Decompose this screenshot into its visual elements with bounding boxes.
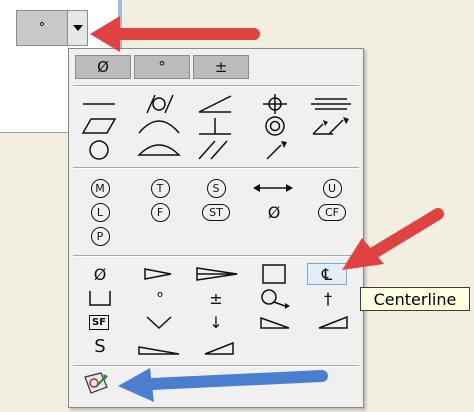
taper-symbol[interactable] <box>139 263 179 285</box>
concentricity-icon <box>265 116 285 136</box>
conical-taper-symbol[interactable] <box>193 263 241 285</box>
circular-runout-icon <box>266 141 287 160</box>
square-icon <box>262 264 286 284</box>
chevron-down-icon <box>72 25 83 31</box>
position-symbol[interactable] <box>255 93 295 115</box>
wedge-symbol[interactable] <box>199 335 239 357</box>
symbol-palette: Ø ° ± M T S U L F ST Ø CF P Ø ℄ ° ± † SF… <box>68 48 364 408</box>
perpendicularity-symbol[interactable] <box>195 115 235 137</box>
concentricity-symbol[interactable] <box>255 115 295 137</box>
dagger-symbol[interactable]: † <box>315 287 341 309</box>
separator <box>73 167 359 169</box>
profile-of-surface-symbol[interactable] <box>135 139 183 161</box>
countersink-icon <box>146 316 172 330</box>
parallelism-symbol[interactable] <box>195 139 235 161</box>
cylindricity-icon <box>146 94 174 114</box>
circularity-symbol[interactable] <box>79 139 119 161</box>
profile-of-line-symbol[interactable] <box>135 115 183 137</box>
spotface-symbol[interactable]: SF <box>83 311 115 333</box>
between-arrow-symbol[interactable] <box>251 177 295 199</box>
angularity-symbol[interactable] <box>195 93 235 115</box>
flat-taper-icon <box>318 315 348 329</box>
modifier-p[interactable]: P <box>87 225 113 247</box>
degree-symbol[interactable]: ° <box>147 287 173 309</box>
position-icon <box>263 94 287 114</box>
red-arrow-annotation-centerline <box>342 208 444 270</box>
depth-symbol[interactable]: ↓ <box>203 311 229 333</box>
square-symbol[interactable] <box>259 263 289 285</box>
separator <box>73 255 359 257</box>
symbol-split-button[interactable]: ° <box>16 10 88 46</box>
diameter-symbol[interactable]: Ø <box>85 263 115 285</box>
slope-symbol[interactable] <box>255 311 295 333</box>
profile-surface-icon <box>137 144 181 156</box>
modifier-l[interactable]: L <box>87 201 113 223</box>
arc-length-symbol[interactable] <box>135 335 183 357</box>
angularity-icon <box>198 95 232 113</box>
left-wedge-icon <box>204 341 234 355</box>
modifier-m[interactable]: M <box>87 177 113 199</box>
blue-arrow-annotation <box>118 368 328 402</box>
modifier-st[interactable]: ST <box>195 201 237 223</box>
modifier-t[interactable]: T <box>147 177 173 199</box>
symbol-library-icon <box>84 372 108 394</box>
symmetry-symbol[interactable] <box>309 93 353 115</box>
perpendicularity-icon <box>199 118 231 135</box>
parallelism-icon <box>198 140 228 160</box>
counterbore-icon <box>89 291 111 306</box>
magnifier-icon <box>261 289 290 309</box>
spotface-search-symbol[interactable] <box>255 287 295 309</box>
total-runout-symbol[interactable] <box>309 115 353 137</box>
modifier-diameter[interactable]: Ø <box>259 201 289 223</box>
double-arrow-icon <box>253 184 293 192</box>
counterbore-symbol[interactable] <box>85 287 115 309</box>
separator <box>73 85 359 87</box>
tooltip: Centerline <box>360 287 470 311</box>
circularity-icon <box>89 140 109 160</box>
profile-line-icon <box>138 120 180 134</box>
conical-taper-icon <box>196 267 238 281</box>
flatness-symbol[interactable] <box>79 115 119 137</box>
cylindricity-symbol[interactable] <box>139 93 179 115</box>
straightness-symbol[interactable] <box>79 93 119 115</box>
modifier-u[interactable]: U <box>319 177 345 199</box>
taper-icon <box>144 268 172 280</box>
modifier-f[interactable]: F <box>147 201 173 223</box>
symbol-button[interactable]: ° <box>16 10 68 46</box>
flatness-icon <box>81 118 117 134</box>
straightness-icon <box>83 103 115 105</box>
flat-taper-symbol[interactable] <box>313 311 353 333</box>
red-arrow-annotation <box>90 16 260 52</box>
circular-runout-symbol[interactable] <box>255 139 295 161</box>
symmetry-icon <box>311 98 351 110</box>
total-runout-icon <box>312 117 349 135</box>
section-symbol[interactable]: S <box>85 335 115 357</box>
slope-icon <box>260 316 290 329</box>
modifier-s[interactable]: S <box>203 177 229 199</box>
plus-minus-symbol[interactable]: ± <box>203 287 229 309</box>
symbol-library-button[interactable] <box>81 371 111 397</box>
countersink-symbol[interactable] <box>141 311 177 333</box>
right-wedge-icon <box>138 346 180 355</box>
